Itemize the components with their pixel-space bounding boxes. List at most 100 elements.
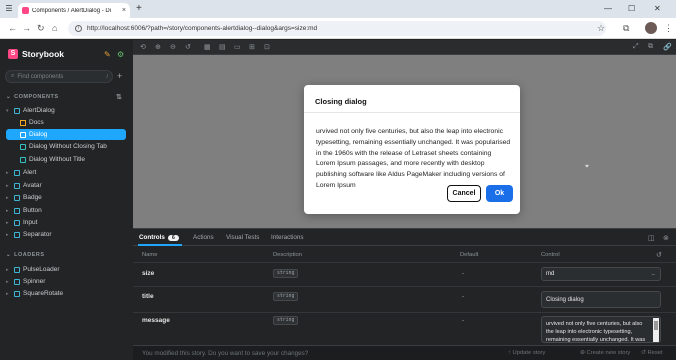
minimize-icon[interactable]: — [604, 3, 612, 15]
reset-button[interactable]: ↺ Reset [641, 350, 663, 356]
viewport-icon[interactable]: ▭ [234, 43, 241, 51]
tree-item-separator[interactable]: ▸ Separator [6, 229, 126, 240]
arg-type-badge: string [273, 316, 299, 325]
storybook-brand[interactable]: S Storybook [8, 49, 64, 59]
unsaved-changes-message: You modified this story. Do you want to … [142, 350, 309, 357]
zoom-out-icon[interactable]: ⊖ [170, 43, 176, 51]
alert-dialog: Closing dialog urvived not only five cen… [304, 85, 520, 214]
copy-link-icon[interactable]: 🔗 [663, 43, 672, 51]
maximize-icon[interactable]: ☐ [628, 3, 635, 15]
tree-item-label: Alert [23, 169, 37, 176]
profile-avatar[interactable] [645, 22, 657, 34]
textarea-scrollbar[interactable] [653, 318, 659, 342]
component-icon [14, 290, 20, 297]
document-icon [20, 119, 26, 126]
tree-item-dialog-without-closing-tab[interactable]: Dialog Without Closing Tab [20, 141, 126, 152]
chevron-right-icon: ▸ [6, 266, 9, 273]
scrollbar-thumb[interactable] [654, 321, 658, 330]
preview-toolbar: ⟲ ⊕ ⊖ ↺ ▦ ▤ ▭ ⊞ ⊡ ⤢ ⧉ 🔗 [133, 40, 676, 55]
storybook-favicon-icon [22, 7, 29, 14]
open-new-tab-icon[interactable]: ⧉ [648, 43, 653, 51]
size-select[interactable]: md – [541, 267, 661, 281]
component-icon [14, 194, 20, 201]
reset-controls-icon[interactable]: ↺ [656, 251, 662, 259]
component-icon [14, 219, 20, 226]
column-name: Name [142, 252, 158, 258]
textarea-value: urvived not only five centuries, but als… [546, 321, 646, 343]
tree-item-spinner[interactable]: ▸ Spinner [6, 276, 126, 287]
search-placeholder: Find components [17, 73, 64, 80]
tab-visual-tests[interactable]: Visual Tests [226, 234, 259, 241]
tab-actions[interactable]: Actions [193, 234, 214, 241]
arg-default: - [462, 270, 465, 277]
fullscreen-icon[interactable]: ⤢ [633, 43, 639, 51]
tree-item-pulseloader[interactable]: ▸ PulseLoader [6, 264, 126, 275]
arg-default: - [462, 293, 465, 300]
cancel-button[interactable]: Cancel [447, 185, 481, 202]
message-textarea[interactable]: urvived not only five centuries, but als… [541, 316, 661, 343]
tree-item-alert[interactable]: ▸ Alert [6, 167, 126, 178]
browser-tab[interactable]: Components / AlertDialog - Di × [18, 3, 130, 18]
measure-icon[interactable]: ⊞ [249, 43, 255, 51]
tree-item-docs[interactable]: Docs [20, 117, 126, 128]
controls-table-header: Name Description Default Control ↺ [133, 249, 676, 262]
site-info-icon[interactable]: i [75, 25, 82, 32]
outline-icon[interactable]: ⊡ [264, 43, 270, 51]
browser-menu-icon[interactable]: ⋮ [664, 23, 673, 33]
tab-search-icon[interactable]: ☰ [4, 4, 14, 14]
zoom-in-icon[interactable]: ⊕ [155, 43, 161, 51]
settings-gear-icon[interactable]: ⚙ [117, 50, 124, 59]
component-icon [14, 266, 20, 273]
tab-interactions[interactable]: Interactions [271, 234, 304, 241]
tree-item-dialog-without-title[interactable]: Dialog Without Title [20, 154, 126, 165]
section-label: COMPONENTS [14, 94, 59, 100]
ok-button[interactable]: Ok [486, 185, 513, 202]
tree-item-label: Avatar [23, 182, 42, 189]
whats-new-icon[interactable]: ✎ [104, 50, 111, 59]
controls-count-badge: 6 [167, 235, 179, 241]
component-icon [14, 278, 20, 285]
section-loaders[interactable]: ⌄ LOADERS [6, 252, 45, 258]
tree-item-button[interactable]: ▸ Button [6, 205, 126, 216]
tree-item-label: Dialog Without Closing Tab [29, 143, 107, 150]
create-story-icon[interactable]: + [117, 71, 122, 81]
background-icon[interactable]: ▦ [204, 43, 211, 51]
dialog-message: urvived not only five centuries, but als… [316, 128, 511, 189]
sync-icon[interactable]: ⟲ [140, 43, 146, 51]
panel-orientation-icon[interactable]: ◫ [648, 234, 655, 242]
forward-icon[interactable]: → [22, 23, 31, 33]
expand-all-icon[interactable]: ⇅ [116, 93, 122, 101]
row-divider [133, 312, 676, 313]
tree-item-badge[interactable]: ▸ Badge [6, 192, 126, 203]
home-icon[interactable]: ⌂ [52, 23, 57, 33]
arg-name: title [142, 293, 154, 300]
tree-item-squarerotate[interactable]: ▸ SquareRotate [6, 288, 126, 299]
back-icon[interactable]: ← [8, 23, 17, 33]
address-bar[interactable]: i http://localhost:6006/?path=/story/com… [68, 21, 606, 36]
update-story-button[interactable]: ↑ Update story [508, 350, 545, 356]
story-icon [20, 131, 26, 138]
chevron-right-icon: ▸ [6, 278, 9, 285]
tree-item-label: Dialog [29, 131, 48, 138]
extensions-icon[interactable]: ⧉ [623, 23, 629, 33]
tree-item-dialog[interactable]: Dialog [6, 129, 126, 140]
new-tab-button[interactable]: + [136, 3, 142, 15]
reload-icon[interactable]: ↻ [37, 23, 45, 33]
grid-icon[interactable]: ▤ [219, 43, 226, 51]
component-icon [14, 231, 20, 238]
tree-item-alertdialog[interactable]: ▾ AlertDialog [6, 105, 126, 116]
close-panel-icon[interactable]: ⊗ [663, 234, 669, 242]
create-new-story-button[interactable]: ⊕ Create new story [580, 350, 630, 356]
tab-close-icon[interactable]: × [122, 7, 126, 14]
tab-controls[interactable]: Controls 6 [139, 234, 179, 241]
zoom-reset-icon[interactable]: ↺ [185, 43, 191, 51]
search-input[interactable]: ⌕ Find components / [5, 70, 113, 83]
tree-item-input[interactable]: ▸ Input [6, 217, 126, 228]
chevron-down-icon: ▾ [6, 107, 9, 114]
tab-title: Components / AlertDialog - Di [32, 7, 112, 14]
title-textarea[interactable]: Closing dialog [541, 291, 661, 308]
bookmark-star-icon[interactable]: ☆ [597, 23, 605, 33]
close-window-icon[interactable]: ✕ [654, 3, 661, 15]
section-components[interactable]: ⌄ COMPONENTS ⇅ [6, 94, 122, 101]
tree-item-avatar[interactable]: ▸ Avatar [6, 180, 126, 191]
